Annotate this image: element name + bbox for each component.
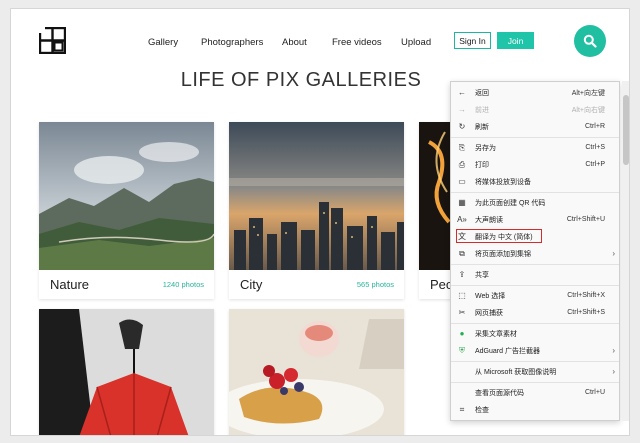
menu-item-read-aloud[interactable]: A» 大声朗读 Ctrl+Shift+U — [451, 212, 619, 227]
web-select-icon: ⬚ — [458, 291, 466, 300]
chevron-right-icon: › — [612, 346, 615, 355]
forward-arrow-icon: → — [458, 105, 466, 114]
card-image-umbrella[interactable] — [39, 309, 214, 436]
menu-separator — [451, 264, 619, 265]
card-count-city: 565 photos — [356, 280, 394, 289]
gallery-card-umbrella[interactable] — [39, 309, 214, 436]
nav-gallery[interactable]: Gallery — [148, 37, 178, 48]
refresh-icon: ↻ — [458, 122, 466, 131]
adguard-shield-icon: ⛨ — [459, 345, 465, 355]
menu-separator — [451, 361, 619, 362]
gallery-card-city[interactable]: City 565 photos — [229, 122, 404, 299]
chevron-right-icon: › — [612, 367, 615, 376]
menu-item-forward: → 前进 Alt+向右键 — [458, 105, 605, 114]
life-of-pix-logo[interactable] — [39, 27, 66, 54]
menu-item-web-select[interactable]: ⬚ Web 选择 Ctrl+Shift+X — [451, 288, 619, 303]
nav-about[interactable]: About — [282, 37, 307, 48]
cast-icon: ▭ — [458, 177, 466, 186]
menu-separator — [451, 192, 619, 193]
gallery-card-nature[interactable]: Nature 1240 photos — [39, 122, 214, 299]
context-menu: ← 返回 Alt+向左键 → 前进 Alt+向右键 ↻ 刷新 Ctrl+R ⎘ … — [450, 81, 620, 421]
nav-upload[interactable]: Upload — [401, 37, 431, 48]
read-aloud-icon: A» — [457, 215, 467, 224]
menu-item-back[interactable]: ← 返回 Alt+向左键 — [451, 85, 619, 100]
menu-item-cast[interactable]: ▭ 将媒体投放到设备 — [451, 174, 619, 189]
menu-item-print[interactable]: ⎙ 打印 Ctrl+P — [451, 157, 619, 172]
menu-item-add-to-collections[interactable]: ⧉ 将页面添加到集锦 › — [451, 246, 619, 261]
inspect-icon: ⌗ — [459, 404, 465, 414]
back-arrow-icon: ← — [458, 88, 466, 97]
menu-item-web-capture[interactable]: ✂ 网页捕获 Ctrl+Shift+S — [451, 305, 619, 320]
share-icon: ⇪ — [458, 270, 466, 279]
source-icon — [457, 388, 467, 398]
translate-highlight-box — [456, 229, 542, 243]
card-name-city: City — [240, 277, 263, 292]
search-button[interactable] — [574, 25, 606, 57]
menu-separator — [451, 285, 619, 286]
menu-item-share[interactable]: ⇪ 共享 — [451, 267, 619, 282]
browser-page: Gallery Photographers About Free videos … — [10, 8, 630, 436]
qr-code-icon: ▦ — [458, 198, 466, 207]
card-name-nature: Nature — [50, 277, 90, 292]
search-icon — [583, 34, 597, 48]
menu-item-collect-material[interactable]: ● 采集文章素材 — [451, 326, 619, 341]
menu-item-save-as[interactable]: ⎘ 另存为 Ctrl+S — [451, 140, 619, 155]
web-capture-icon: ✂ — [458, 308, 466, 317]
menu-separator — [451, 137, 619, 138]
card-count-nature: 1240 photos — [162, 280, 204, 289]
menu-separator — [451, 323, 619, 324]
nav-photographers[interactable]: Photographers — [201, 37, 263, 48]
menu-item-image-descriptions[interactable]: 从 Microsoft 获取图像说明 › — [451, 364, 619, 379]
save-icon: ⎘ — [458, 142, 466, 152]
sign-in-button[interactable]: Sign In — [454, 32, 491, 49]
card-image-city[interactable] — [229, 122, 404, 270]
collect-icon: ● — [459, 329, 465, 338]
menu-item-qr-code[interactable]: ▦ 为此页面创建 QR 代码 — [451, 195, 619, 210]
menu-item-refresh[interactable]: ↻ 刷新 Ctrl+R — [451, 119, 619, 134]
menu-item-inspect[interactable]: ⌗ 检查 — [451, 402, 619, 417]
card-image-food[interactable] — [229, 309, 404, 436]
page-scrollbar[interactable] — [622, 81, 629, 421]
card-image-nature[interactable] — [39, 122, 214, 270]
nav-free-videos[interactable]: Free videos — [332, 37, 382, 48]
menu-separator — [451, 382, 619, 383]
collections-icon: ⧉ — [459, 248, 465, 258]
chevron-right-icon: › — [612, 249, 615, 258]
gallery-card-food[interactable] — [229, 309, 404, 436]
menu-item-adguard[interactable]: ⛨ AdGuard 广告拦截器 › — [451, 343, 619, 358]
menu-item-view-source[interactable]: 查看页面源代码 Ctrl+U — [451, 385, 619, 400]
image-desc-icon — [457, 367, 467, 377]
print-icon: ⎙ — [458, 159, 466, 169]
scrollbar-thumb[interactable] — [623, 95, 629, 165]
join-button[interactable]: Join — [497, 32, 534, 49]
